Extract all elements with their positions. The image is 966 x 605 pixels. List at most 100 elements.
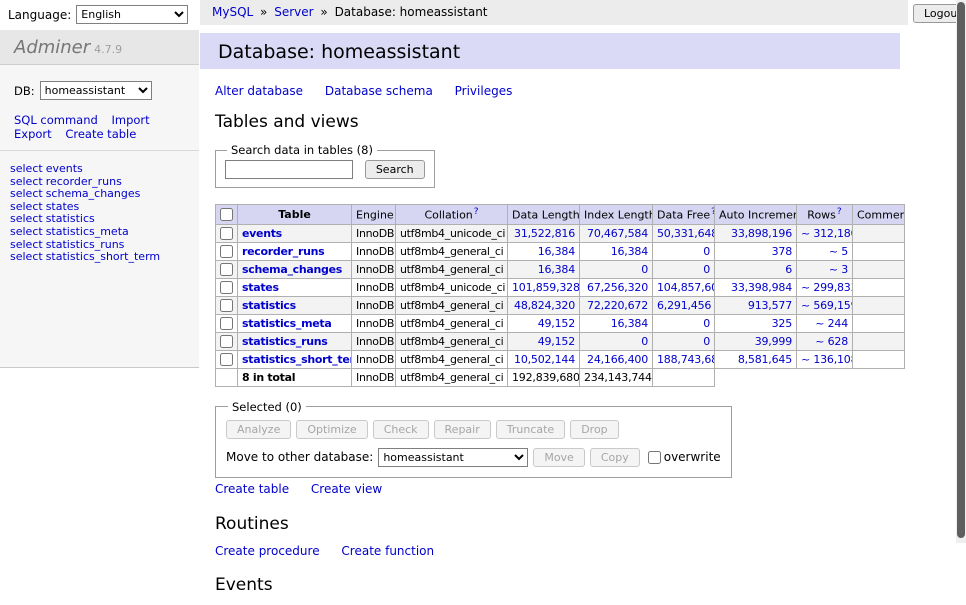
select-link-states[interactable]: select: [10, 200, 43, 213]
sort-link-data-length[interactable]: Data Length: [512, 209, 580, 222]
row-checkbox-schema_changes[interactable]: [220, 263, 233, 276]
sort-link-auto-increment[interactable]: Auto Increment: [719, 209, 797, 222]
help-link-rows[interactable]: ?: [837, 207, 842, 217]
scrollbar-thumb[interactable]: [957, 2, 965, 538]
table-link-statistics_short_term[interactable]: statistics_short_term: [46, 250, 160, 263]
cell-rows-statistics[interactable]: ~ 569,159: [801, 299, 853, 312]
scrollbar[interactable]: [956, 0, 966, 543]
cell-data_length-states[interactable]: 101,859,328: [512, 281, 580, 294]
cell-data_length-statistics_short_term[interactable]: 10,502,144: [514, 353, 575, 366]
row-checkbox-statistics_runs[interactable]: [220, 335, 233, 348]
sort-link-data-free[interactable]: Data Free: [657, 209, 710, 222]
cell-index_length-recorder_runs[interactable]: 16,384: [611, 245, 648, 258]
row-checkbox-statistics_short_term[interactable]: [220, 353, 233, 366]
sort-link-rows[interactable]: Rows: [807, 209, 836, 222]
help-link-data-free[interactable]: ?: [711, 207, 714, 217]
cell-data_free-schema_changes[interactable]: 0: [703, 263, 710, 276]
sort-link-comment[interactable]: Comment: [857, 209, 905, 222]
table-name-link-statistics_runs[interactable]: statistics_runs: [242, 335, 328, 348]
cell-data_free-statistics_runs[interactable]: 0: [703, 335, 710, 348]
table-link-recorder_runs[interactable]: recorder_runs: [46, 175, 122, 188]
cell-data_length-statistics[interactable]: 48,824,320: [514, 299, 575, 312]
move-db-select[interactable]: homeassistant: [378, 448, 528, 467]
cell-data_length-statistics_runs[interactable]: 49,152: [538, 335, 575, 348]
export-link[interactable]: Export: [14, 127, 52, 141]
cell-auto_increment-states[interactable]: 33,398,984: [731, 281, 792, 294]
cell-data_length-recorder_runs[interactable]: 16,384: [538, 245, 575, 258]
overwrite-checkbox[interactable]: [648, 451, 661, 464]
select-all-checkbox[interactable]: [220, 208, 233, 221]
cell-auto_increment-statistics_meta[interactable]: 325: [772, 317, 792, 330]
cell-index_length-statistics[interactable]: 72,220,672: [587, 299, 648, 312]
cell-auto_increment-events[interactable]: 33,898,196: [731, 227, 792, 240]
privileges-link[interactable]: Privileges: [455, 84, 513, 98]
select-link-statistics_short_term[interactable]: select: [10, 250, 43, 263]
sidebar-create-table-link[interactable]: Create table: [65, 127, 136, 141]
breadcrumb-link-mysql[interactable]: MySQL: [212, 5, 253, 19]
cell-data_length-events[interactable]: 31,522,816: [514, 227, 575, 240]
cell-index_length-statistics_meta[interactable]: 16,384: [611, 317, 648, 330]
row-checkbox-recorder_runs[interactable]: [220, 245, 233, 258]
table-name-link-recorder_runs[interactable]: recorder_runs: [242, 245, 324, 258]
search-input[interactable]: [225, 160, 353, 179]
cell-index_length-events[interactable]: 70,467,584: [587, 227, 648, 240]
table-name-link-statistics_short_term[interactable]: statistics_short_term: [242, 353, 352, 366]
language-select[interactable]: English: [76, 5, 188, 24]
cell-data_length-statistics_meta[interactable]: 49,152: [538, 317, 575, 330]
sql-command-link[interactable]: SQL command: [14, 113, 98, 127]
row-checkbox-states[interactable]: [220, 281, 233, 294]
select-link-statistics[interactable]: select: [10, 212, 43, 225]
cell-index_length-schema_changes[interactable]: 0: [641, 263, 648, 276]
copy-button[interactable]: Copy: [590, 448, 640, 467]
sort-link-collation[interactable]: Collation: [424, 209, 472, 222]
table-name-link-statistics_meta[interactable]: statistics_meta: [242, 317, 332, 330]
cell-rows-statistics_short_term[interactable]: ~ 136,108: [801, 353, 853, 366]
cell-rows-statistics_runs[interactable]: ~ 628: [815, 335, 848, 348]
search-button[interactable]: Search: [365, 160, 425, 179]
row-checkbox-events[interactable]: [220, 227, 233, 240]
db-select[interactable]: homeassistant: [40, 81, 152, 100]
cell-index_length-statistics_runs[interactable]: 0: [641, 335, 648, 348]
help-link-collation[interactable]: ?: [474, 207, 479, 217]
cell-data_free-statistics_meta[interactable]: 0: [703, 317, 710, 330]
database-schema-link[interactable]: Database schema: [325, 84, 433, 98]
table-name-link-statistics[interactable]: statistics: [242, 299, 296, 312]
cell-rows-schema_changes[interactable]: ~ 3: [829, 263, 848, 276]
analyze-button[interactable]: Analyze: [226, 420, 291, 439]
repair-button[interactable]: Repair: [434, 420, 491, 439]
cell-auto_increment-schema_changes[interactable]: 6: [785, 263, 792, 276]
cell-index_length-statistics_short_term[interactable]: 24,166,400: [587, 353, 648, 366]
cell-auto_increment-recorder_runs[interactable]: 378: [772, 245, 792, 258]
truncate-button[interactable]: Truncate: [496, 420, 565, 439]
cell-auto_increment-statistics[interactable]: 913,577: [748, 299, 792, 312]
table-link-events[interactable]: events: [46, 162, 83, 175]
create-table-link[interactable]: Create table: [215, 482, 289, 496]
move-button[interactable]: Move: [533, 448, 585, 467]
cell-auto_increment-statistics_runs[interactable]: 39,999: [755, 335, 792, 348]
cell-rows-recorder_runs[interactable]: ~ 5: [829, 245, 848, 258]
cell-index_length-states[interactable]: 67,256,320: [587, 281, 648, 294]
row-checkbox-statistics[interactable]: [220, 299, 233, 312]
cell-data_free-statistics[interactable]: 6,291,456: [657, 299, 711, 312]
create-function-link[interactable]: Create function: [341, 544, 434, 558]
cell-data_free-statistics_short_term[interactable]: 188,743,680: [657, 353, 715, 366]
table-name-link-states[interactable]: states: [242, 281, 279, 294]
create-view-link[interactable]: Create view: [311, 482, 382, 496]
cell-data_free-recorder_runs[interactable]: 0: [703, 245, 710, 258]
cell-rows-states[interactable]: ~ 299,833: [801, 281, 853, 294]
adminer-logo[interactable]: Adminer: [14, 37, 90, 58]
select-link-schema_changes[interactable]: select: [10, 187, 43, 200]
sort-link-engine[interactable]: Engine: [356, 209, 394, 222]
select-link-recorder_runs[interactable]: select: [10, 175, 43, 188]
select-link-statistics_meta[interactable]: select: [10, 225, 43, 238]
optimize-button[interactable]: Optimize: [296, 420, 367, 439]
create-procedure-link[interactable]: Create procedure: [215, 544, 320, 558]
cell-data_free-events[interactable]: 50,331,648: [657, 227, 715, 240]
sort-link-index-length[interactable]: Index Length: [584, 209, 653, 222]
cell-data_length-schema_changes[interactable]: 16,384: [538, 263, 575, 276]
sort-link-table[interactable]: Table: [278, 208, 311, 221]
table-link-statistics[interactable]: statistics: [46, 212, 95, 225]
alter-database-link[interactable]: Alter database: [215, 84, 303, 98]
check-button[interactable]: Check: [373, 420, 429, 439]
cell-auto_increment-statistics_short_term[interactable]: 8,581,645: [738, 353, 792, 366]
